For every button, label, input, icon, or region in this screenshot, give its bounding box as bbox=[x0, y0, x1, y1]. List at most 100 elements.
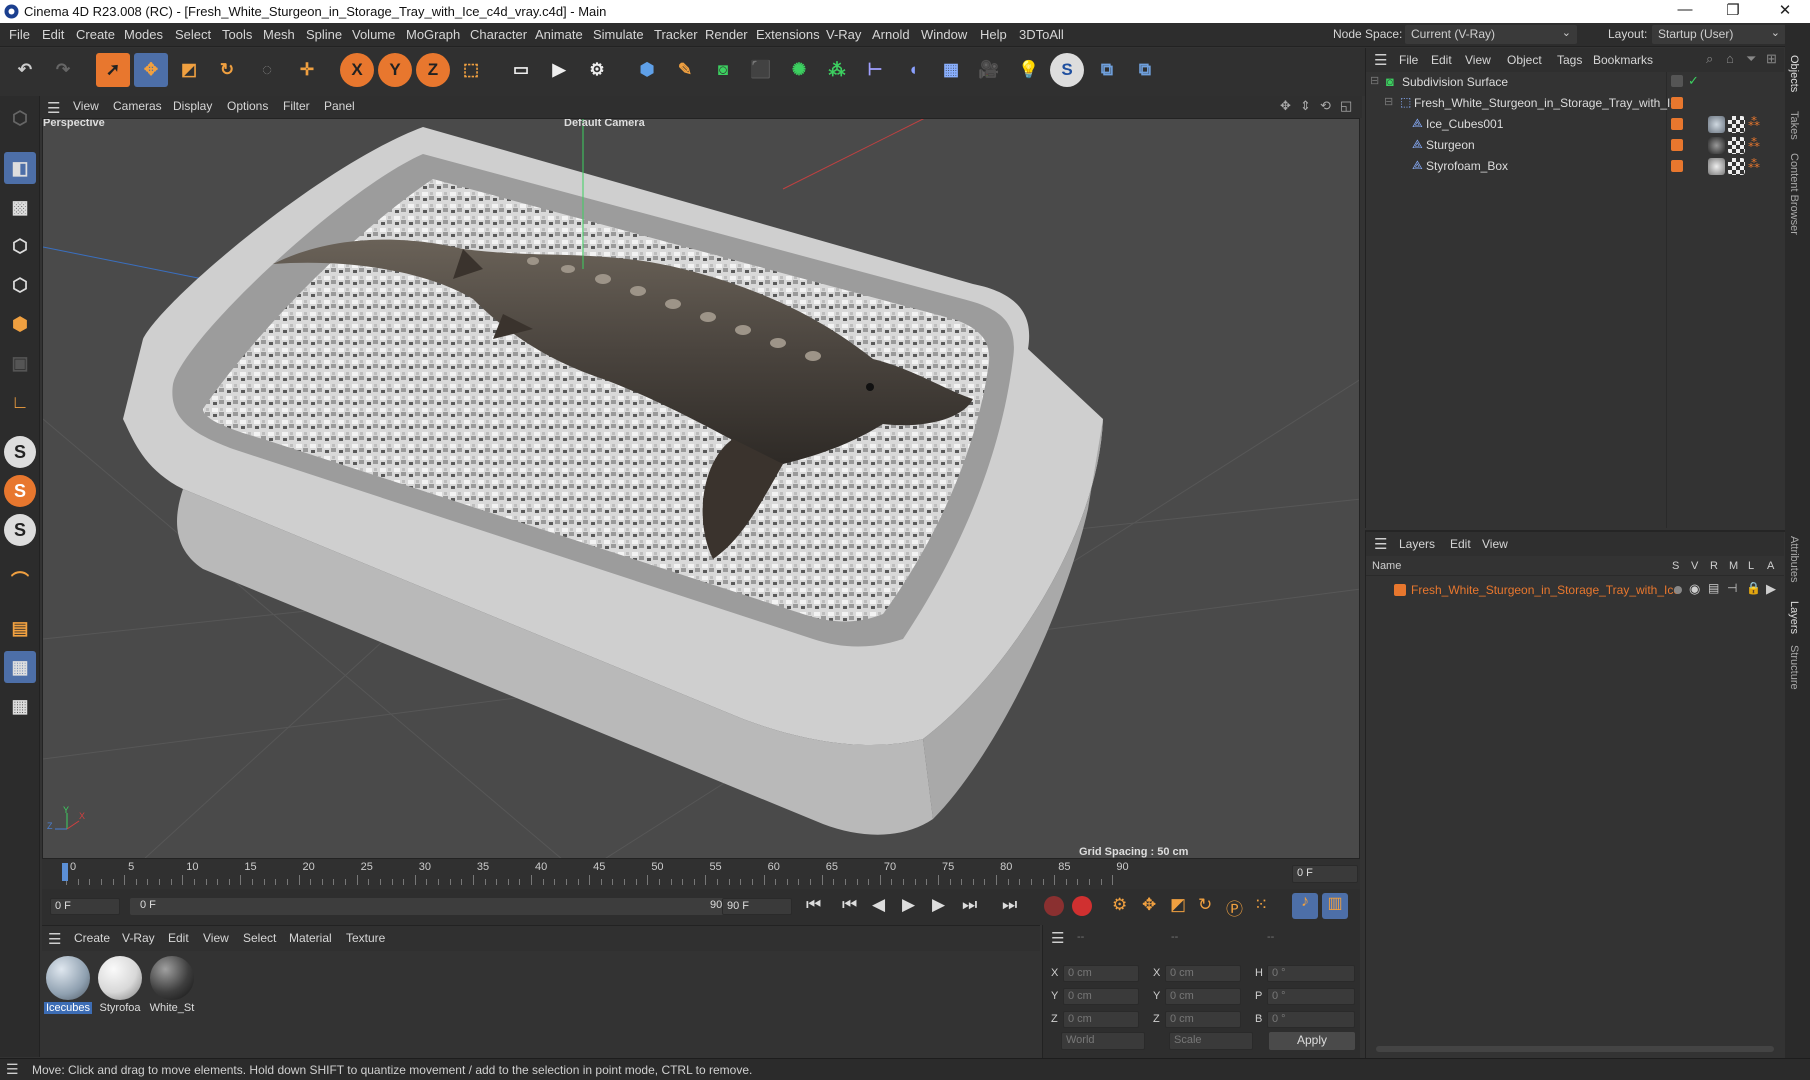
object-row-styrofoam-box[interactable]: ⟁ Styrofoam_Box ⁂ bbox=[1366, 156, 1784, 177]
material-icecubes[interactable]: Icecubes bbox=[44, 954, 92, 1016]
rot-p-field[interactable]: 0 ° bbox=[1267, 988, 1355, 1005]
snap-settings-icon[interactable]: S bbox=[4, 475, 36, 507]
hamburger-icon[interactable]: ☰ bbox=[1051, 929, 1064, 947]
lm-menu-layers[interactable]: Layers bbox=[1399, 537, 1435, 551]
material-menu-view[interactable]: View bbox=[203, 931, 229, 945]
material-menu-texture[interactable]: Texture bbox=[346, 931, 385, 945]
make-editable-icon[interactable]: ⬡ bbox=[4, 102, 36, 134]
quantize-icon[interactable]: S bbox=[4, 514, 36, 546]
uv-mode-icon[interactable]: ▣ bbox=[4, 347, 36, 379]
transform-icon[interactable]: ✛ bbox=[290, 53, 324, 87]
menu-extensions[interactable]: Extensions bbox=[756, 27, 820, 42]
previous-frame-icon[interactable]: ◀ bbox=[872, 895, 885, 915]
edit-tag-icon[interactable] bbox=[1671, 75, 1683, 87]
previous-key-icon[interactable]: ⏮ bbox=[842, 895, 857, 915]
key-rotation-icon[interactable]: ↻ bbox=[1198, 895, 1212, 915]
tab-objects[interactable]: Objects bbox=[1788, 55, 1800, 92]
tab-structure[interactable]: Structure bbox=[1788, 645, 1800, 690]
maximize-button[interactable]: ❐ bbox=[1713, 1, 1753, 21]
material-menu-vray[interactable]: V-Ray bbox=[122, 931, 155, 945]
move-tool-icon[interactable]: ✥ bbox=[134, 53, 168, 87]
close-button[interactable]: ✕ bbox=[1765, 1, 1805, 21]
collapse-icon[interactable]: ⊟ bbox=[1384, 95, 1393, 108]
planar-workplane-icon[interactable]: ▦ bbox=[4, 690, 36, 722]
play-icon[interactable]: ▶ bbox=[902, 895, 915, 915]
keyframe-selection-icon[interactable]: ⚙ bbox=[1112, 895, 1127, 915]
menu-create[interactable]: Create bbox=[76, 27, 115, 42]
menu-spline[interactable]: Spline bbox=[306, 27, 342, 42]
layout-dropdown[interactable]: Startup (User) ⌄ bbox=[1652, 25, 1786, 44]
apply-button[interactable]: Apply bbox=[1269, 1032, 1355, 1050]
points-mode-icon[interactable]: ⬡ bbox=[4, 230, 36, 262]
timeline-ruler[interactable]: 0 5 10 15 20 25 30 35 40 45 50 55 60 65 70 75 80 85 90 0 F bbox=[42, 859, 1360, 889]
menu-character[interactable]: Character bbox=[470, 27, 527, 42]
camera-icon[interactable]: 🎥 bbox=[972, 53, 1006, 87]
viewport-menu-display[interactable]: Display bbox=[173, 99, 212, 113]
viewport-3d[interactable]: Perspective Default Camera Grid Spacing … bbox=[42, 118, 1360, 859]
render-settings-icon[interactable]: ⚙ bbox=[580, 53, 614, 87]
rot-b-field[interactable]: 0 ° bbox=[1267, 1011, 1355, 1028]
vray-tag-icon[interactable]: ⁂ bbox=[1748, 115, 1760, 129]
record-icon[interactable] bbox=[1044, 896, 1064, 916]
menu-help[interactable]: Help bbox=[980, 27, 1007, 42]
cube-icon[interactable]: ⬢ bbox=[630, 53, 664, 87]
solo-toggle-icon[interactable] bbox=[1674, 586, 1682, 594]
hamburger-icon[interactable]: ☰ bbox=[48, 930, 61, 948]
pos-x-field[interactable]: 0 cm bbox=[1063, 965, 1139, 982]
effector-icon[interactable]: ⁂ bbox=[820, 53, 854, 87]
vray-tag-icon[interactable]: ⁂ bbox=[1748, 157, 1760, 171]
rot-h-field[interactable]: 0 ° bbox=[1267, 965, 1355, 982]
mograph-cloner-icon[interactable]: ✺ bbox=[782, 53, 816, 87]
key-parameter-icon[interactable]: Ⓟ bbox=[1226, 895, 1243, 920]
layer-color-swatch[interactable] bbox=[1671, 160, 1683, 172]
material-menu-material[interactable]: Material bbox=[289, 931, 332, 945]
layer-color-swatch[interactable] bbox=[1671, 139, 1683, 151]
rotate-tool-icon[interactable]: ↻ bbox=[210, 53, 244, 87]
object-row-subdivision-surface[interactable]: ⊟ ◙ Subdivision Surface ✓ bbox=[1366, 72, 1784, 93]
zoom-view-icon[interactable]: ⇕ bbox=[1300, 98, 1311, 114]
deformer-icon[interactable]: ⊢ bbox=[858, 53, 892, 87]
material-tag-icon[interactable] bbox=[1708, 137, 1725, 154]
uvw-tag-icon[interactable] bbox=[1728, 158, 1745, 175]
z-axis-lock-icon[interactable]: Z bbox=[416, 53, 450, 87]
rotate-view-icon[interactable]: ⟲ bbox=[1320, 98, 1331, 114]
menu-render[interactable]: Render bbox=[705, 27, 748, 42]
hamburger-icon[interactable]: ☰ bbox=[1374, 535, 1387, 553]
size-y-field[interactable]: 0 cm bbox=[1165, 988, 1241, 1005]
key-pla-icon[interactable]: ⁙ bbox=[1254, 895, 1268, 915]
edges-mode-icon[interactable]: ⬡ bbox=[4, 269, 36, 301]
hamburger-icon[interactable]: ☰ bbox=[47, 99, 60, 117]
om-menu-file[interactable]: File bbox=[1399, 53, 1418, 67]
tab-attributes[interactable]: Attributes bbox=[1788, 536, 1800, 582]
key-position-icon[interactable]: ✥ bbox=[1142, 895, 1156, 915]
object-row-fresh-white-sturgeon[interactable]: ⊟ ⬚ Fresh_White_Sturgeon_in_Storage_Tray… bbox=[1366, 93, 1784, 114]
model-mode-icon[interactable]: ◧ bbox=[4, 152, 36, 184]
layer-row[interactable]: Fresh_White_Sturgeon_in_Storage_Tray_wit… bbox=[1366, 580, 1784, 600]
layer-color-swatch[interactable] bbox=[1394, 584, 1406, 596]
viewport-menu-filter[interactable]: Filter bbox=[283, 99, 310, 113]
lock-icon[interactable]: 🔒 bbox=[1746, 581, 1761, 595]
workplane-icon[interactable]: ▤ bbox=[4, 612, 36, 644]
menu-window[interactable]: Window bbox=[921, 27, 967, 42]
menu-select[interactable]: Select bbox=[175, 27, 211, 42]
hamburger-icon[interactable]: ☰ bbox=[1374, 51, 1387, 69]
menu-tools[interactable]: Tools bbox=[222, 27, 252, 42]
menu-animate[interactable]: Animate bbox=[535, 27, 583, 42]
python-script-icon[interactable]: ⧉ bbox=[1128, 53, 1162, 87]
layer-color-swatch[interactable] bbox=[1671, 97, 1683, 109]
collapse-icon[interactable]: ⊟ bbox=[1370, 74, 1379, 87]
material-menu-select[interactable]: Select bbox=[243, 931, 276, 945]
vray-icon[interactable]: S bbox=[1050, 53, 1084, 87]
object-row-ice-cubes[interactable]: ⟁ Ice_Cubes001 ⁂ bbox=[1366, 114, 1784, 135]
subdivision-icon[interactable]: ◙ bbox=[706, 53, 740, 87]
viewport-menu-cameras[interactable]: Cameras bbox=[113, 99, 162, 113]
timeline-playhead[interactable] bbox=[62, 863, 68, 881]
viewport-menu-panel[interactable]: Panel bbox=[324, 99, 355, 113]
floor-icon[interactable]: ▦ bbox=[934, 53, 968, 87]
recent-tools-icon[interactable]: ◌ bbox=[250, 53, 284, 87]
scale-mode-dropdown[interactable]: Scale bbox=[1169, 1032, 1253, 1050]
home-icon[interactable]: ⌂ bbox=[1726, 51, 1734, 66]
om-menu-object[interactable]: Object bbox=[1507, 53, 1542, 67]
select-tool-icon[interactable]: ➚ bbox=[96, 53, 130, 87]
autokey-icon[interactable] bbox=[1072, 896, 1092, 916]
